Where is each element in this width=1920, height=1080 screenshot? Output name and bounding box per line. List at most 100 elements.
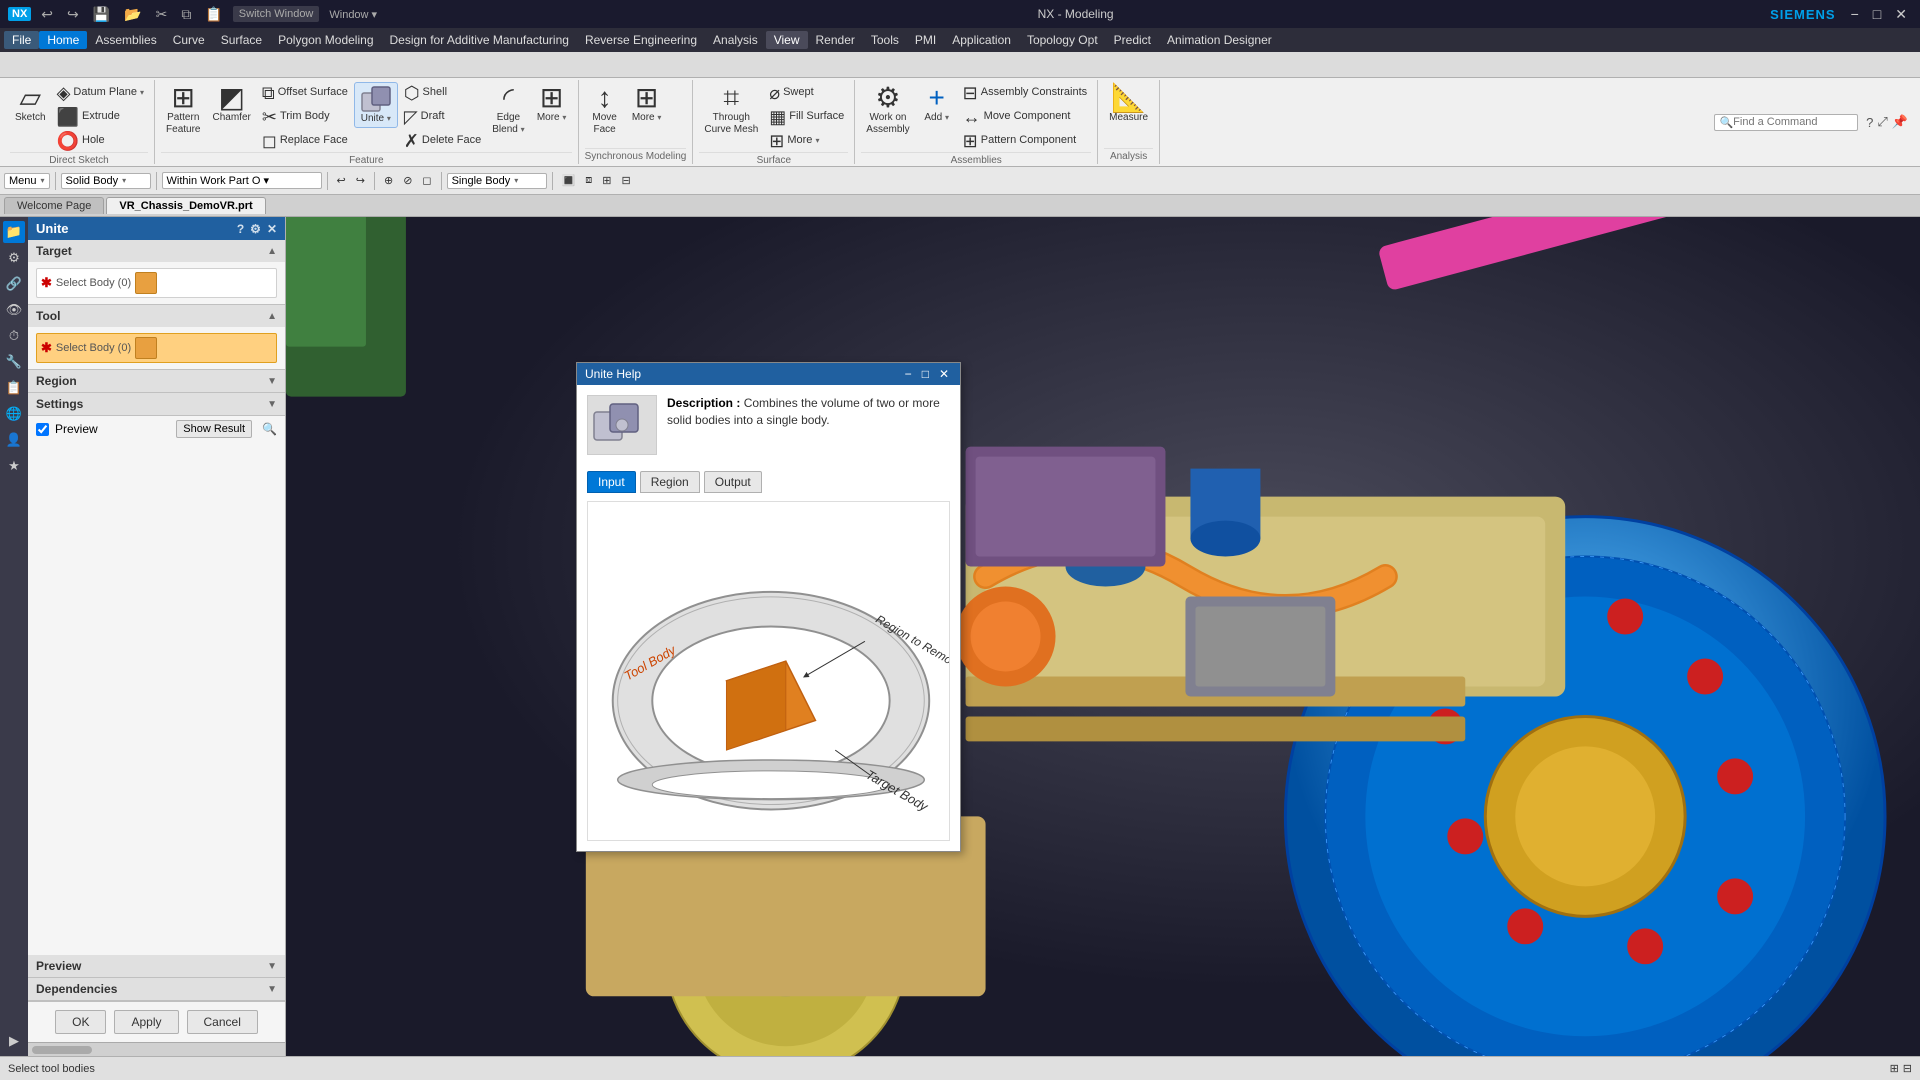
- help-icon[interactable]: ?: [1866, 115, 1873, 130]
- status-icon-2[interactable]: ⊟: [1903, 1062, 1912, 1075]
- menu-predict[interactable]: Predict: [1106, 31, 1159, 49]
- ribbon-btn-replace-face[interactable]: ◻ Replace Face: [258, 130, 352, 152]
- menu-home[interactable]: Home: [39, 31, 87, 49]
- help-dialog-minimize[interactable]: −: [902, 367, 915, 381]
- ribbon-btn-through-curve[interactable]: ⌗ ThroughCurve Mesh: [699, 82, 763, 138]
- sidebar-icon-mfg[interactable]: 🔧: [3, 351, 25, 373]
- cancel-button[interactable]: Cancel: [187, 1010, 258, 1034]
- ribbon-btn-pattern-component[interactable]: ⊞ Pattern Component: [959, 130, 1091, 152]
- target-select-body[interactable]: ✱ Select Body (0): [36, 268, 277, 298]
- viewport[interactable]: Unite Help − □ ✕: [286, 217, 1920, 1056]
- menu-polygon[interactable]: Polygon Modeling: [270, 31, 381, 49]
- ribbon-btn-move-face[interactable]: ↕ MoveFace: [585, 82, 625, 138]
- menu-reverse[interactable]: Reverse Engineering: [577, 31, 705, 49]
- help-dialog-restore[interactable]: □: [919, 367, 932, 381]
- menu-file[interactable]: File: [4, 31, 39, 49]
- ribbon-btn-move-component[interactable]: ↔ Move Component: [959, 106, 1091, 128]
- titlebar-save[interactable]: 💾: [89, 4, 114, 25]
- minimize-button[interactable]: −: [1846, 6, 1864, 23]
- pin-icon[interactable]: 📌: [1892, 114, 1908, 130]
- ribbon-btn-edge-blend[interactable]: ◜ EdgeBlend ▾: [487, 82, 529, 138]
- view-style-btn2[interactable]: ⧈: [581, 172, 596, 189]
- ribbon-btn-shell[interactable]: ⬡ Shell: [400, 82, 485, 104]
- ribbon-btn-swept[interactable]: ⌀ Swept: [765, 82, 848, 104]
- scrollbar-thumb[interactable]: [32, 1046, 92, 1054]
- menu-analysis[interactable]: Analysis: [705, 31, 766, 49]
- ribbon-btn-sketch[interactable]: ▱ Sketch: [10, 82, 51, 126]
- menu-curve[interactable]: Curve: [165, 31, 213, 49]
- menu-additive[interactable]: Design for Additive Manufacturing: [382, 31, 577, 49]
- close-button[interactable]: ✕: [1890, 6, 1912, 23]
- sidebar-icon-star[interactable]: ★: [3, 455, 25, 477]
- ribbon-btn-unite[interactable]: Unite ▾: [354, 82, 398, 128]
- sidebar-icon-part[interactable]: ⚙: [3, 247, 25, 269]
- ribbon-btn-offset-surface[interactable]: ⧉ Offset Surface: [258, 82, 352, 104]
- help-tab-region[interactable]: Region: [640, 471, 700, 493]
- filter-btn[interactable]: ◻: [418, 172, 435, 189]
- redo-btn[interactable]: ↪: [352, 172, 369, 189]
- scroll-area[interactable]: [28, 1042, 285, 1056]
- ribbon-btn-draft[interactable]: ◸ Draft: [400, 106, 485, 128]
- ribbon-btn-hole[interactable]: ⭕ Hole: [53, 130, 148, 152]
- titlebar-undo[interactable]: ↩: [37, 4, 57, 25]
- ribbon-search-input[interactable]: [1733, 116, 1853, 128]
- menu-render[interactable]: Render: [808, 31, 863, 49]
- status-icon-1[interactable]: ⊞: [1890, 1062, 1899, 1075]
- titlebar-window[interactable]: Window ▾: [325, 6, 381, 23]
- sidebar-icon-user[interactable]: 👤: [3, 429, 25, 451]
- sidebar-icon-history[interactable]: ⏱: [3, 325, 25, 347]
- menu-assemblies[interactable]: Assemblies: [87, 31, 164, 49]
- snap-btn[interactable]: ⊘: [399, 172, 416, 189]
- menu-mode-dropdown[interactable]: Menu ▾: [4, 173, 50, 189]
- panel-close-icon[interactable]: ✕: [267, 222, 277, 236]
- target-section-header[interactable]: Target ▲: [28, 240, 285, 262]
- select-btn[interactable]: ⊕: [380, 172, 397, 189]
- single-body-dropdown[interactable]: Single Body ▾: [447, 173, 547, 189]
- menu-surface[interactable]: Surface: [213, 31, 270, 49]
- menu-animation[interactable]: Animation Designer: [1159, 31, 1280, 49]
- ribbon-btn-measure[interactable]: 📐 Measure: [1104, 82, 1153, 126]
- ok-button[interactable]: OK: [55, 1010, 106, 1034]
- menu-topology[interactable]: Topology Opt: [1019, 31, 1106, 49]
- sidebar-icon-constraint[interactable]: 🔗: [3, 273, 25, 295]
- settings-section-header[interactable]: Settings ▼: [28, 393, 285, 415]
- ribbon-btn-surface-more[interactable]: ⊞ More ▾: [765, 130, 848, 152]
- ribbon-btn-feature-more[interactable]: ⊞ More ▾: [532, 82, 572, 126]
- show-result-button[interactable]: Show Result: [176, 420, 252, 438]
- sidebar-icon-play[interactable]: ▶: [3, 1030, 25, 1052]
- view-style-btn1[interactable]: 🔳: [558, 172, 580, 189]
- menu-application[interactable]: Application: [944, 31, 1019, 49]
- titlebar-redo[interactable]: ↪: [63, 4, 83, 25]
- titlebar-cut[interactable]: ✂: [152, 4, 172, 25]
- panel-help-icon[interactable]: ?: [237, 222, 244, 236]
- region-section-header[interactable]: Region ▼: [28, 370, 285, 392]
- panel-settings-icon[interactable]: ⚙: [250, 222, 261, 236]
- view-style-btn4[interactable]: ⊟: [617, 172, 634, 189]
- ribbon-btn-assembly-constraints[interactable]: ⊟ Assembly Constraints: [959, 82, 1091, 104]
- undo-btn[interactable]: ↩: [333, 172, 350, 189]
- ribbon-btn-pattern-feature[interactable]: ⊞ PatternFeature: [161, 82, 205, 138]
- maximize-button[interactable]: □: [1868, 6, 1886, 23]
- help-dialog-close[interactable]: ✕: [936, 367, 952, 381]
- ribbon-btn-fill-surface[interactable]: ▦ Fill Surface: [765, 106, 848, 128]
- help-tab-output[interactable]: Output: [704, 471, 762, 493]
- preview-checkbox[interactable]: [36, 423, 49, 436]
- menu-pmi[interactable]: PMI: [907, 31, 944, 49]
- ribbon-btn-work-assembly[interactable]: ⚙ Work onAssembly: [861, 82, 914, 138]
- titlebar-paste[interactable]: 📋: [201, 4, 226, 25]
- sidebar-icon-resources[interactable]: 📋: [3, 377, 25, 399]
- tab-welcome[interactable]: Welcome Page: [4, 197, 104, 214]
- ribbon-btn-sync-more[interactable]: ⊞ More ▾: [627, 82, 667, 126]
- titlebar-copy[interactable]: ⧉: [177, 4, 195, 25]
- sidebar-icon-view[interactable]: 👁: [3, 299, 25, 321]
- tool-select-body[interactable]: ✱ Select Body (0): [36, 333, 277, 363]
- titlebar-switch-window[interactable]: Switch Window: [233, 6, 320, 22]
- menu-view[interactable]: View: [766, 31, 808, 49]
- work-part-dropdown[interactable]: Within Work Part O ▾: [162, 172, 322, 189]
- ribbon-btn-trim-body[interactable]: ✂ Trim Body: [258, 106, 352, 128]
- body-type-dropdown[interactable]: Solid Body ▾: [61, 173, 151, 189]
- ribbon-btn-delete-face[interactable]: ✗ Delete Face: [400, 130, 485, 152]
- search-result-icon[interactable]: 🔍: [262, 422, 277, 436]
- ribbon-btn-chamfer[interactable]: ◩ Chamfer: [208, 82, 256, 126]
- ribbon-btn-datum-plane[interactable]: ◈ Datum Plane▾: [53, 82, 148, 104]
